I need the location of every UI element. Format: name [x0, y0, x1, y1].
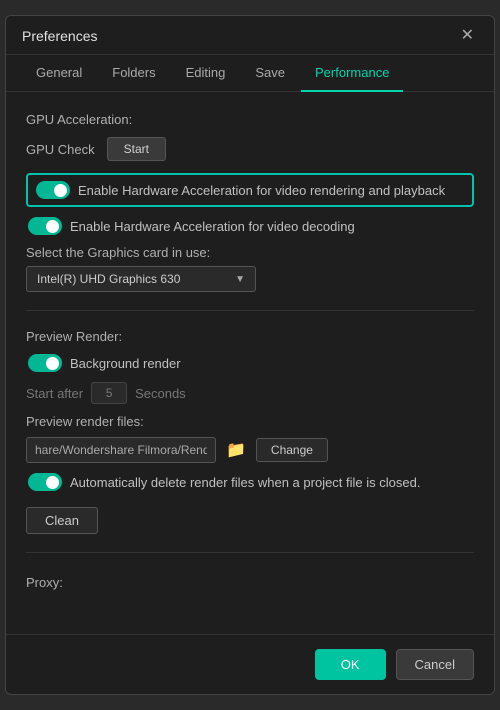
tab-general[interactable]: General	[22, 55, 96, 92]
change-button[interactable]: Change	[256, 438, 328, 462]
graphics-card-section: Select the Graphics card in use: Intel(R…	[26, 245, 474, 292]
hw-accel-video-toggle[interactable]	[36, 181, 70, 199]
start-after-label: Start after	[26, 386, 83, 401]
dialog-title: Preferences	[22, 28, 97, 44]
background-render-row: Background render	[26, 354, 474, 372]
clean-button[interactable]: Clean	[26, 507, 98, 534]
graphics-card-select[interactable]: Intel(R) UHD Graphics 630 ▼	[26, 266, 256, 292]
hw-accel-decode-row: Enable Hardware Acceleration for video d…	[26, 217, 474, 235]
auto-delete-row: Automatically delete render files when a…	[26, 473, 474, 491]
tab-save[interactable]: Save	[241, 55, 299, 92]
tab-performance[interactable]: Performance	[301, 55, 403, 92]
auto-delete-label: Automatically delete render files when a…	[70, 475, 420, 490]
close-button[interactable]: ✕	[457, 26, 478, 46]
tab-editing[interactable]: Editing	[172, 55, 240, 92]
divider-2	[26, 552, 474, 553]
gpu-check-row: GPU Check Start	[26, 137, 474, 161]
render-files-label: Preview render files:	[26, 414, 474, 429]
title-bar: Preferences ✕	[6, 16, 494, 55]
footer: OK Cancel	[6, 634, 494, 694]
gpu-check-label: GPU Check	[26, 142, 95, 157]
graphics-card-label: Select the Graphics card in use:	[26, 245, 474, 260]
hw-accel-video-row: Enable Hardware Acceleration for video r…	[26, 173, 474, 207]
proxy-label: Proxy:	[26, 575, 474, 590]
ok-button[interactable]: OK	[315, 649, 386, 680]
content-area: GPU Acceleration: GPU Check Start Enable…	[6, 92, 494, 634]
seconds-label: Seconds	[135, 386, 186, 401]
file-path-row: 📁 Change	[26, 437, 474, 463]
chevron-down-icon: ▼	[235, 274, 245, 285]
background-render-label: Background render	[70, 356, 181, 371]
tabs-bar: General Folders Editing Save Performance	[6, 55, 494, 92]
start-button[interactable]: Start	[107, 137, 166, 161]
hw-accel-video-label: Enable Hardware Acceleration for video r…	[78, 183, 445, 198]
folder-icon-button[interactable]: 📁	[222, 440, 250, 460]
gpu-acceleration-label: GPU Acceleration:	[26, 112, 474, 127]
auto-delete-toggle[interactable]	[28, 473, 62, 491]
background-render-toggle[interactable]	[28, 354, 62, 372]
file-path-input[interactable]	[26, 437, 216, 463]
clean-section: Clean	[26, 501, 474, 538]
start-after-row: Start after Seconds	[26, 382, 474, 404]
preview-render-label: Preview Render:	[26, 329, 474, 344]
divider-1	[26, 310, 474, 311]
hw-accel-decode-label: Enable Hardware Acceleration for video d…	[70, 219, 355, 234]
preferences-dialog: Preferences ✕ General Folders Editing Sa…	[5, 15, 495, 695]
tab-folders[interactable]: Folders	[98, 55, 169, 92]
start-after-input[interactable]	[91, 382, 127, 404]
cancel-button[interactable]: Cancel	[396, 649, 474, 680]
graphics-card-value: Intel(R) UHD Graphics 630	[37, 272, 180, 286]
hw-accel-decode-toggle[interactable]	[28, 217, 62, 235]
